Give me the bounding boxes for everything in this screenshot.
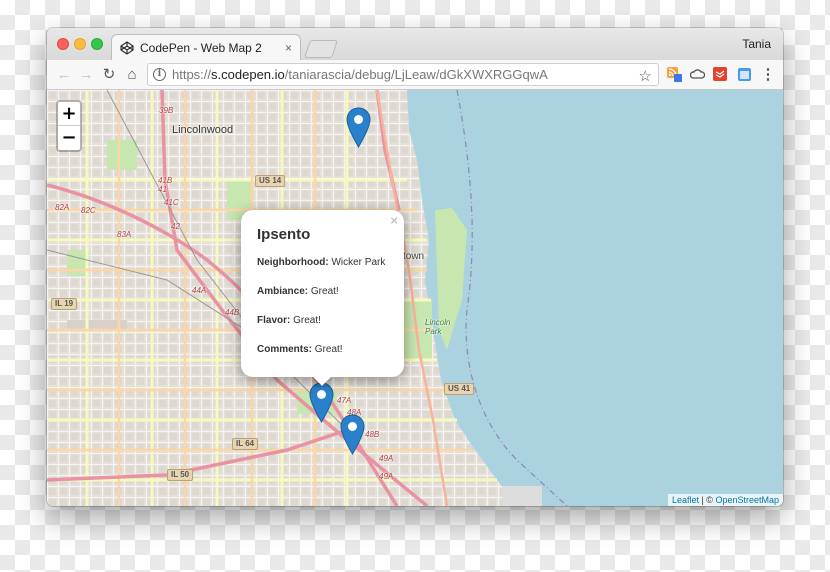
shield-us14: US 14 [255, 175, 286, 187]
codepen-icon [120, 40, 134, 55]
info-icon[interactable]: i [153, 68, 166, 81]
shield-il50: IL 50 [167, 469, 194, 481]
back-arrow-icon[interactable]: ← [55, 66, 73, 84]
popup-row-label: Neighborhood: [257, 257, 329, 268]
zoom-control: + − [56, 100, 82, 152]
exit-39b: 39B [159, 106, 174, 115]
map-marker-icon[interactable] [309, 382, 334, 423]
url-host: s.codepen.io [211, 67, 285, 82]
popup-row-neighborhood: Neighborhood: Wicker Park [257, 257, 388, 268]
popup-close-icon[interactable]: × [390, 213, 398, 228]
popup-row-value: Great! [310, 286, 339, 297]
exit-82a: 82A [55, 203, 70, 212]
shield-us41: US 41 [444, 383, 475, 395]
exit-49a: 49A [379, 454, 394, 463]
exit-82c: 82C [81, 206, 96, 215]
map-view[interactable]: Lincolnwood town Lincoln Park US 14 US 4… [47, 90, 783, 506]
url-path: /taniarascia/debug/LjLeaw/dGkXWXRGGqwA [284, 67, 548, 82]
exit-47a: 47A [337, 396, 352, 405]
popup-row-flavor: Flavor: Great! [257, 315, 388, 326]
popup-row-comments: Comments: Great! [257, 344, 388, 355]
maximize-window-button[interactable] [91, 38, 103, 50]
todoist-extension-icon[interactable] [713, 67, 728, 82]
label-town: town [403, 251, 425, 262]
zoom-out-button[interactable]: − [58, 126, 80, 150]
map-marker-icon[interactable] [340, 414, 365, 455]
map-popup: × Ipsento Neighborhood: Wicker Park Ambi… [241, 210, 404, 377]
exit-41b: 41B [158, 176, 173, 185]
exit-83a: 83A [117, 230, 132, 239]
exit-44a: 44A [192, 286, 207, 295]
map-marker-icon[interactable] [346, 107, 371, 148]
openstreetmap-link[interactable]: OpenStreetMap [715, 495, 779, 505]
home-icon[interactable]: ⌂ [123, 66, 141, 84]
tab-title: CodePen - Web Map 2 [140, 40, 262, 55]
tab-close-icon[interactable]: × [285, 41, 292, 55]
browser-toolbar: ← → ↻ ⌂ i https://s.codepen.io/taniarasc… [47, 60, 783, 90]
popup-row-value: Wicker Park [331, 257, 386, 268]
title-bar: CodePen - Web Map 2 × Tania [47, 28, 783, 60]
tab-codepen[interactable]: CodePen - Web Map 2 × [111, 34, 301, 60]
label-lincoln-park: Lincoln Park [425, 318, 451, 336]
shield-il64: IL 64 [232, 438, 259, 450]
browser-window: CodePen - Web Map 2 × Tania ← → ↻ ⌂ i ht… [47, 28, 783, 506]
attribution-separator: | © [698, 495, 716, 505]
popup-row-value: Great! [314, 344, 343, 355]
forward-arrow-icon[interactable]: → [77, 66, 95, 84]
popup-tip [312, 377, 332, 387]
bookmark-star-icon[interactable]: ☆ [639, 67, 652, 85]
minimize-window-button[interactable] [74, 38, 86, 50]
exit-49a-lower: 49A [379, 472, 394, 481]
exit-41c: 41C [164, 198, 179, 207]
popup-row-label: Ambiance: [257, 286, 309, 297]
close-window-button[interactable] [57, 38, 69, 50]
popup-row-ambiance: Ambiance: Great! [257, 286, 388, 297]
address-bar[interactable]: i https://s.codepen.io/taniarascia/debug… [147, 63, 659, 86]
exit-48b: 48B [365, 430, 380, 439]
rss-extension-icon[interactable] [667, 67, 682, 82]
label-lincolnwood: Lincolnwood [172, 124, 234, 136]
exit-44b: 44B [225, 308, 240, 317]
menu-dots-icon[interactable]: ⋮ [759, 66, 777, 84]
leaflet-link[interactable]: Leaflet [672, 495, 699, 505]
popup-row-label: Flavor: [257, 315, 291, 326]
new-tab-button[interactable] [304, 40, 338, 58]
zoom-in-button[interactable]: + [58, 102, 80, 126]
map-tiles [47, 90, 783, 506]
exit-42: 42 [171, 222, 180, 231]
map-attribution: Leaflet | © OpenStreetMap [667, 494, 783, 506]
exit-41: 41 [158, 185, 167, 194]
shield-il19: IL 19 [51, 298, 78, 310]
popup-row-value: Great! [293, 315, 321, 326]
popup-row-label: Comments: [257, 344, 313, 355]
reload-icon[interactable]: ↻ [100, 66, 118, 84]
window-extension-icon[interactable] [737, 67, 752, 82]
cloud-extension-icon[interactable] [690, 67, 705, 82]
url-scheme: https:// [172, 67, 212, 82]
profile-name[interactable]: Tania [742, 37, 771, 51]
popup-title: Ipsento [257, 226, 311, 243]
